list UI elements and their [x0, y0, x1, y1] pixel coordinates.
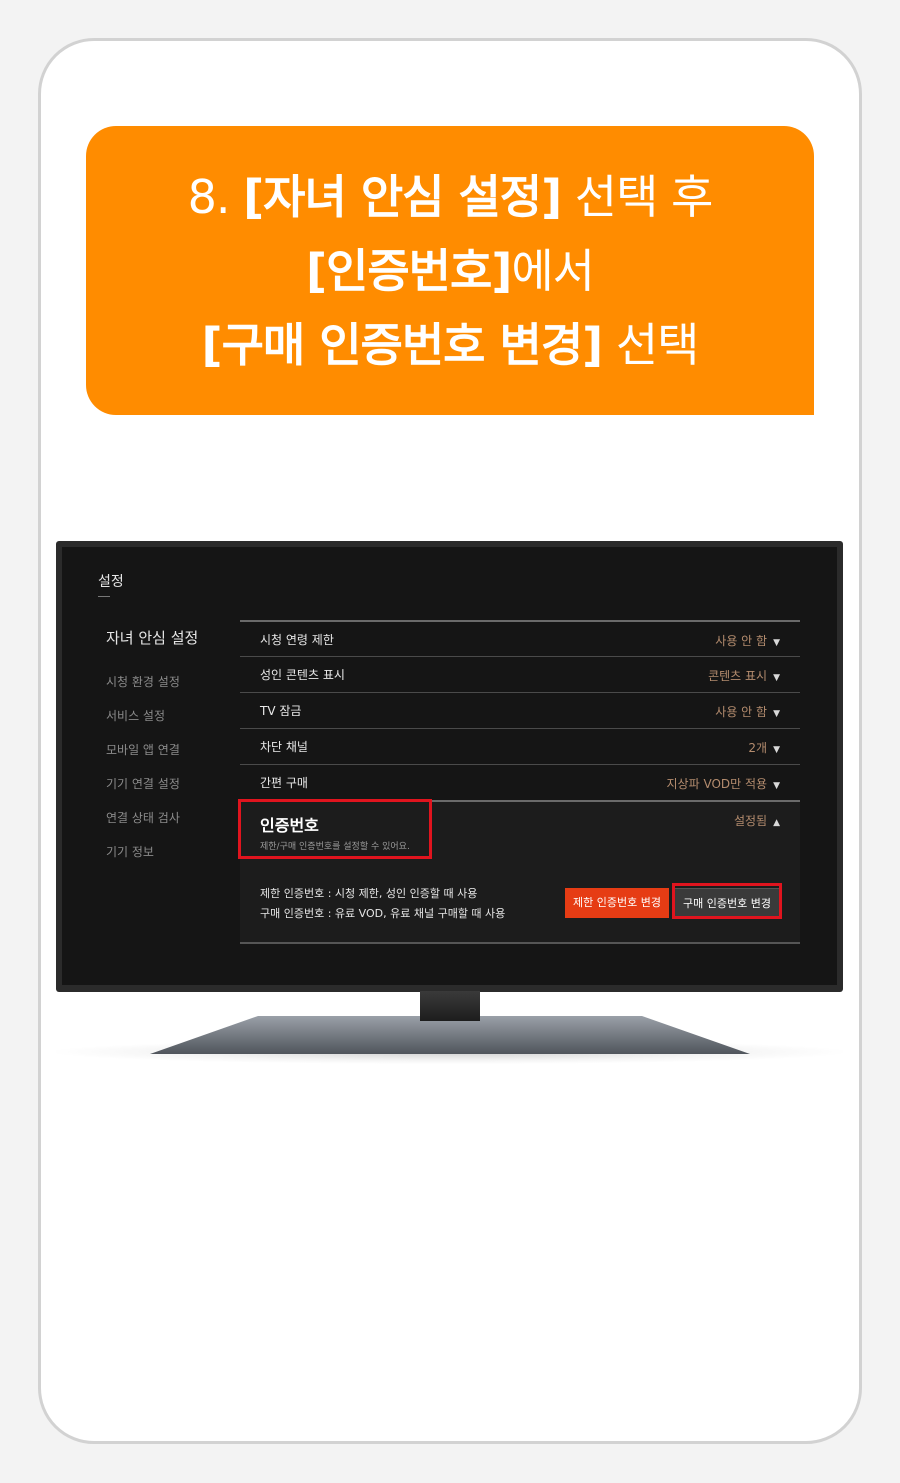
- row-value-group: 사용 안 함 ▼: [715, 630, 780, 649]
- sidebar-item-connection-check[interactable]: 연결 상태 검사: [106, 801, 198, 835]
- banner-highlight: [구매 인증번호 변경]: [201, 317, 604, 372]
- row-value: 사용 안 함: [715, 705, 768, 719]
- row-value: 2개: [748, 741, 768, 755]
- auth-description: 제한 인증번호 : 시청 제한, 성인 인증할 때 사용 구매 인증번호 : 유…: [260, 884, 505, 924]
- setting-row-tv-lock[interactable]: TV 잠금 사용 안 함 ▼: [240, 692, 800, 728]
- row-value: 사용 안 함: [715, 633, 768, 648]
- row-label: 시청 연령 제한: [260, 632, 334, 647]
- highlight-box-auth-number: [238, 799, 432, 859]
- settings-list: 시청 연령 제한 사용 안 함 ▼ 성인 콘텐츠 표시 콘텐츠 표시 ▼ TV 잠금…: [240, 620, 800, 800]
- banner-line-1: 8. [자녀 안심 설정] 선택 후: [187, 160, 714, 234]
- tv-screen: 설정 자녀 안심 설정 시청 환경 설정 서비스 설정 모바일 앱 연결 기기 …: [62, 547, 837, 985]
- sidebar-item-viewing-env[interactable]: 시청 환경 설정: [106, 665, 198, 699]
- banner-line-3: [구매 인증번호 변경] 선택: [201, 308, 700, 382]
- row-label: 간편 구매: [260, 776, 308, 790]
- row-label: 차단 채널: [260, 740, 308, 754]
- change-restrict-pin-button[interactable]: 제한 인증번호 변경: [565, 888, 669, 918]
- title-underline: [98, 596, 110, 597]
- triangle-down-icon: ▼: [773, 709, 780, 719]
- settings-sidebar: 자녀 안심 설정 시청 환경 설정 서비스 설정 모바일 앱 연결 기기 연결 …: [106, 621, 198, 869]
- sidebar-item-service[interactable]: 서비스 설정: [106, 699, 198, 733]
- triangle-up-icon: ▲: [773, 818, 780, 828]
- banner-text: 에서: [511, 243, 595, 298]
- banner-highlight: [자녀 안심 설정]: [243, 169, 562, 224]
- highlight-box-purchase-button: [672, 883, 782, 919]
- row-value-group: 콘텐츠 표시 ▼: [708, 665, 780, 684]
- row-value: 콘텐츠 표시: [708, 669, 768, 683]
- sidebar-item-child-safety[interactable]: 자녀 안심 설정: [106, 621, 198, 665]
- row-value: 지상파 VOD만 적용: [666, 777, 768, 791]
- auth-status: 설정됨 ▲: [734, 812, 780, 829]
- triangle-down-icon: ▼: [773, 637, 780, 648]
- purchase-auth-desc: 구매 인증번호 : 유료 VOD, 유료 채널 구매할 때 사용: [260, 907, 506, 920]
- auth-status-label: 설정됨: [733, 814, 768, 828]
- sidebar-item-mobile-app[interactable]: 모바일 앱 연결: [106, 733, 198, 767]
- row-label: TV 잠금: [260, 704, 302, 718]
- row-label: 성인 콘텐츠 표시: [260, 668, 345, 682]
- row-value-group: 지상파 VOD만 적용 ▼: [667, 773, 780, 792]
- banner-highlight: [인증번호]: [306, 243, 512, 298]
- page-title: 설정: [98, 574, 124, 590]
- restrict-auth-desc: 제한 인증번호 : 시청 제한, 성인 인증할 때 사용: [260, 887, 478, 900]
- sidebar-item-device-info[interactable]: 기기 정보: [106, 835, 198, 869]
- setting-row-easy-purchase[interactable]: 간편 구매 지상파 VOD만 적용 ▼: [240, 764, 800, 800]
- triangle-down-icon: ▼: [773, 673, 780, 683]
- setting-row-age-limit[interactable]: 시청 연령 제한 사용 안 함 ▼: [240, 620, 800, 656]
- sidebar-item-device-connect[interactable]: 기기 연결 설정: [106, 767, 198, 801]
- tv-stand-neck: [420, 991, 480, 1021]
- triangle-down-icon: ▼: [773, 781, 780, 791]
- step-number: 8.: [187, 169, 231, 224]
- banner-line-2: [인증번호]에서: [306, 234, 595, 308]
- instruction-banner: 8. [자녀 안심 설정] 선택 후 [인증번호]에서 [구매 인증번호 변경]…: [86, 126, 814, 415]
- row-value-group: 사용 안 함 ▼: [715, 701, 780, 720]
- banner-text: 선택: [615, 317, 700, 372]
- triangle-down-icon: ▼: [773, 745, 780, 755]
- setting-row-blocked-channels[interactable]: 차단 채널 2개 ▼: [240, 728, 800, 764]
- setting-row-adult-content[interactable]: 성인 콘텐츠 표시 콘텐츠 표시 ▼: [240, 656, 800, 692]
- banner-text: 선택 후: [574, 169, 714, 224]
- row-value-group: 2개 ▼: [748, 737, 780, 756]
